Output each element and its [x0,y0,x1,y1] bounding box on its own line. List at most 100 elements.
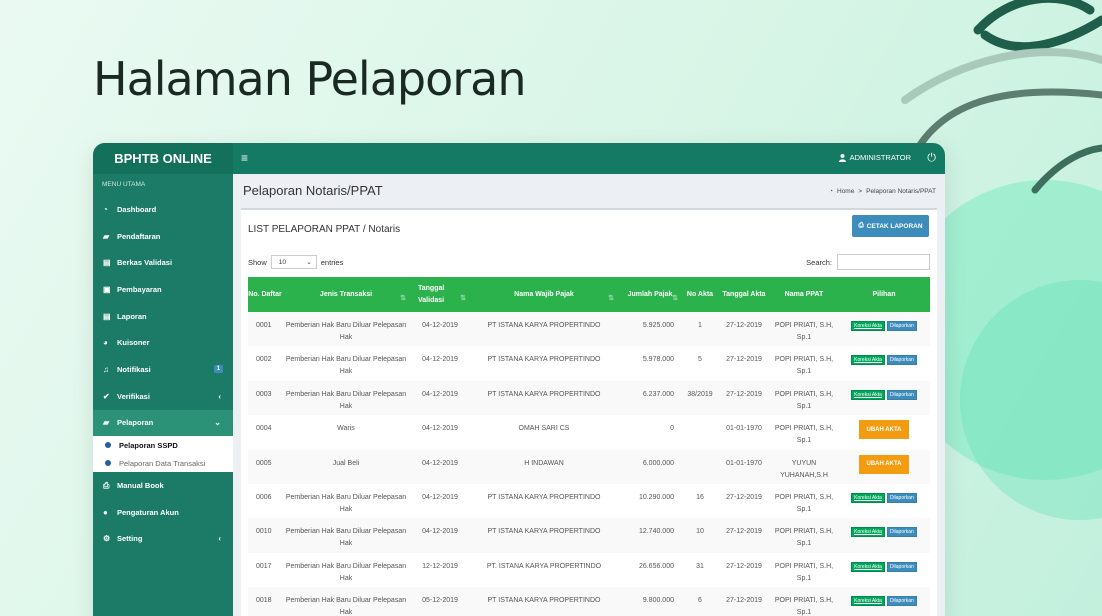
column-header-no-daftar[interactable]: No. Daftar [248,277,282,312]
koreksi-akta-button[interactable]: Koreksi Akta [851,321,885,331]
koreksi-akta-button[interactable]: Koreksi Akta [851,561,885,572]
koreksi-akta-button[interactable]: Koreksi Akta [851,596,885,607]
cell-nama-wajib-pajak: PT ISTANA KARYA PROPERTINDO [487,390,601,398]
dashboard-icon: ◔ [103,204,108,214]
breadcrumb-separator: > [858,188,863,195]
sidebar-item-pembayaran[interactable]: ▣ Pembayaran [93,276,233,303]
cell-jenis-transaksi: Pemberian Hak Baru Diluar Pelepasan Hak [285,390,407,410]
search-control: Search: [806,254,930,270]
cell-nama-wajib-pajak: PT ISTANA KARYA PROPERTINDO [487,597,601,605]
cell-tanggal-akta: 27-12-2019 [726,528,762,536]
submenu-item-pelaporan-sspd[interactable]: Pelaporan SSPD [93,436,233,454]
dilaporkan-button[interactable]: Dilaporkan [886,492,917,503]
sidebar-item-notifikasi[interactable]: ♫ Notifikasi 1 [93,356,233,383]
chevron-left-icon: ‹ [218,391,221,401]
table-row: 0002 Pemberian Hak Baru Diluar Pelepasan … [248,346,930,381]
column-header-jenis-transaksi[interactable]: Jenis Transaksi ⇅ [282,277,410,312]
koreksi-akta-button[interactable]: Koreksi Akta [851,389,885,400]
table-row: 0003 Pemberian Hak Baru Diluar Pelepasan … [248,380,930,416]
cell-tanggal-validasi: 04-12-2019 [422,493,458,501]
table-row: 0010 Pemberian Hak Baru Diluar Pelepasan … [248,518,930,553]
notification-badge: 1 [213,365,223,374]
table-body: 0001 Pemberian Hak Baru Diluar Pelepasan … [248,312,930,616]
cell-jumlah-pajak: 10.290.000 [638,493,674,501]
sidebar-item-pengaturan-akun[interactable]: ● Pengaturan Akun [93,499,233,526]
dilaporkan-button[interactable]: Dilaporkan [886,321,917,331]
brand-logo[interactable]: BPHTB ONLINE [93,143,233,174]
cell-tanggal-akta: 27-12-2019 [726,390,762,398]
ubah-akta-button[interactable]: UBAH AKTA [859,420,909,440]
cell-pilihan: Koreksi Akta Dilaporkan [838,346,930,380]
breadcrumb: ◔ Home > Pelaporan Notaris/PPAT [829,188,936,195]
cell-tanggal-validasi: 04-12-2019 [422,390,458,398]
sidebar-item-label: Setting [117,534,143,544]
sidebar-item-berkas-validasi[interactable]: ▤ Berkas Validasi [93,249,233,276]
column-header-tanggal-validasi[interactable]: Tanggal Validasi ⇅ [410,277,470,312]
cell-jenis-transaksi: Jual Beli [332,459,360,467]
koreksi-akta-button[interactable]: Koreksi Akta [851,355,885,366]
ubah-akta-button[interactable]: UBAH AKTA [859,454,909,474]
submenu-item-label: Pelaporan SSPD [119,440,178,450]
print-icon: ⎙ [103,480,110,490]
breadcrumb-home[interactable]: Home [837,188,854,195]
book-icon: ▰ [103,231,110,241]
sidebar-item-pelaporan[interactable]: ▰ Pelaporan ⌄ [93,409,233,437]
show-label: Show [248,257,267,267]
dilaporkan-button[interactable]: Dilaporkan [886,596,917,607]
cell-pilihan: Koreksi Akta Dilaporkan [838,587,930,616]
dilaporkan-button[interactable]: Dilaporkan [886,527,917,538]
cell-nama-wajib-pajak: PT ISTANA KARYA PROPERTINDO [487,356,601,364]
cell-jumlah-pajak: 6.237.000 [642,390,674,398]
cell-tanggal-akta: 27-12-2019 [726,356,762,364]
submenu-item-pelaporan-data-transaksi[interactable]: Pelaporan Data Transaksi [93,454,233,472]
sidebar-item-dashboard[interactable]: ◔ Dashboard [93,196,233,223]
user-menu[interactable]: ADMINISTRATOR [838,153,911,162]
cell-no-daftar: 0003 [256,390,272,398]
sidebar-item-laporan[interactable]: ▤ Laporan [93,303,233,330]
submenu-item-label: Pelaporan Data Transaksi [119,458,206,468]
sidebar-item-label: Pendaftaran [117,231,161,241]
dilaporkan-button[interactable]: Dilaporkan [886,389,917,400]
sidebar-item-manual-book[interactable]: ⎙ Manual Book [93,472,233,499]
column-header-label: Jumlah Pajak [627,290,673,298]
sidebar-item-label: Verifikasi [117,391,150,401]
search-input[interactable] [837,254,930,270]
power-icon[interactable]: ⏻ [927,151,936,165]
sidebar-item-setting[interactable]: ⚙ Setting ‹ [93,526,233,553]
cell-jumlah-pajak: 9.800.000 [642,597,674,605]
print-report-button[interactable]: ⎙ CETAK LAPORAN [852,215,929,237]
cell-nama-ppat: POPI PRIATI, S.H, Sp.1 [774,390,834,410]
cell-no-akta: 38/2019 [687,390,713,398]
column-header-nama-wajib-pajak[interactable]: Nama Wajib Pajak ⇅ [470,277,618,312]
cell-no-daftar: 0006 [256,493,272,501]
entries-select[interactable]: 10 ⌄ [270,255,317,269]
column-header-no-akta[interactable]: No Akta [682,277,718,312]
user-icon [838,153,846,162]
sidebar-item-verifikasi[interactable]: ✔ Verifikasi ‹ [93,383,233,410]
cell-pilihan: Koreksi Akta Dilaporkan [838,312,930,346]
sort-icon: ⇅ [608,295,614,302]
koreksi-akta-button[interactable]: Koreksi Akta [851,527,885,538]
cell-pilihan: UBAH AKTA [838,415,930,449]
koreksi-akta-button[interactable]: Koreksi Akta [851,492,885,503]
sidebar-item-pendaftaran[interactable]: ▰ Pendaftaran [93,223,233,250]
pelaporan-submenu: Pelaporan SSPD Pelaporan Data Transaksi [93,436,233,473]
cell-no-daftar: 0005 [256,459,272,467]
dilaporkan-button[interactable]: Dilaporkan [886,355,917,366]
column-header-jumlah-pajak[interactable]: Jumlah Pajak ⇅ [618,277,682,312]
column-header-tanggal-akta[interactable]: Tanggal Akta [718,277,770,312]
chevron-down-icon: ⌄ [214,418,221,428]
cell-tanggal-akta: 01-01-1970 [726,459,762,467]
cell-tanggal-akta: 27-12-2019 [726,562,762,570]
cell-no-akta: 31 [696,562,704,570]
table-row: 0018 Pemberian Hak Baru Diluar Pelepasan … [248,587,930,616]
hamburger-icon[interactable]: ≡ [241,151,248,165]
column-header-nama-ppat[interactable]: Nama PPAT [770,277,838,312]
dilaporkan-button[interactable]: Dilaporkan [886,561,917,572]
cell-tanggal-validasi: 04-12-2019 [422,528,458,536]
sidebar-item-label: Pembayaran [117,284,162,294]
table-row: 0001 Pemberian Hak Baru Diluar Pelepasan … [248,312,930,347]
column-header-label: Tanggal Validasi [418,284,445,304]
sidebar-item-kuisoner[interactable]: ◕ Kuisoner [93,329,233,356]
cell-jumlah-pajak: 0 [670,425,674,433]
